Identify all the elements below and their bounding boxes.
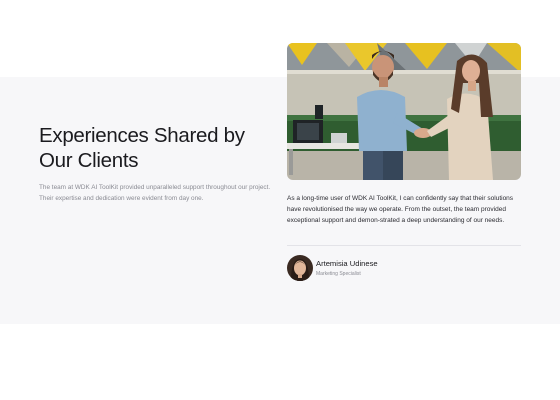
testimonials-page: Experiences Shared by Our Clients The te… [0, 0, 560, 400]
testimonial-photo [287, 43, 521, 180]
divider [287, 245, 521, 246]
testimonial-quote: As a long-time user of WDK AI ToolKit, I… [287, 195, 514, 225]
author-role: Marketing Specialist [316, 271, 361, 277]
section-heading: Experiences Shared by Our Clients [39, 124, 245, 172]
author-name: Artemisia Udinese [316, 259, 378, 268]
section-intro: The team at WDK AI ToolKit provided unpa… [39, 184, 271, 202]
author-avatar [287, 255, 313, 281]
